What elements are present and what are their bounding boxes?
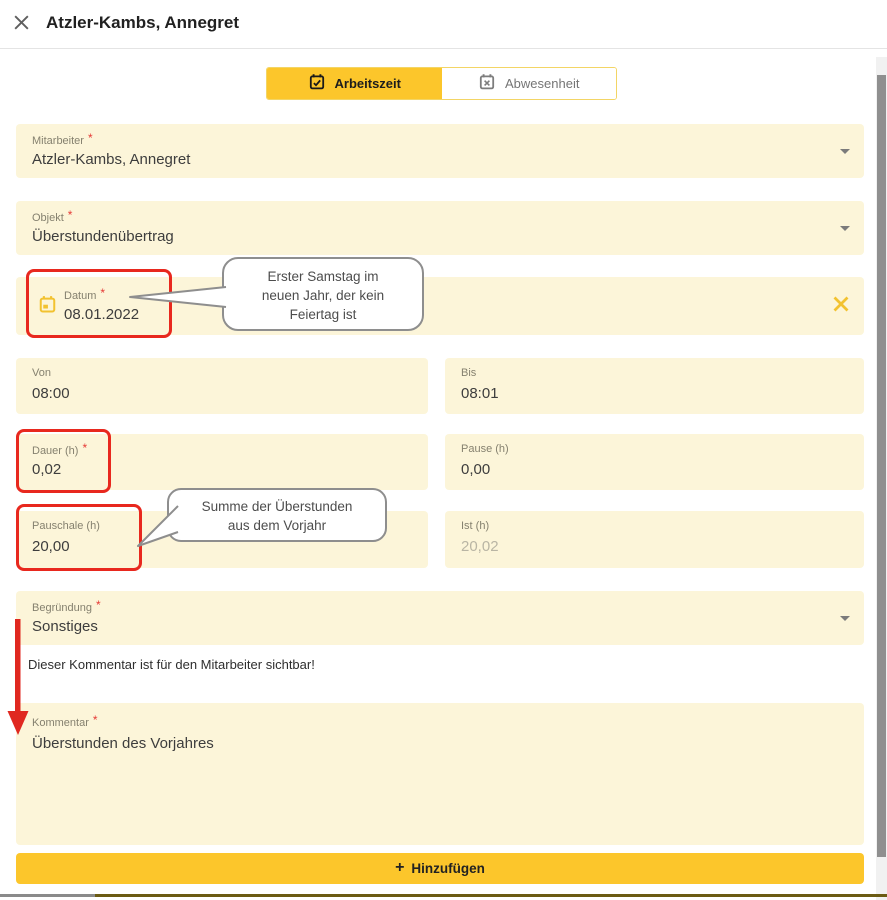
bis-field[interactable]: Bis 08:01: [445, 358, 864, 414]
field-label: Objekt*: [32, 210, 72, 224]
tab-label: Arbeitszeit: [335, 76, 401, 91]
field-value: Sonstiges: [32, 618, 98, 635]
scrollbar-thumb[interactable]: [877, 75, 886, 857]
von-field[interactable]: Von 08:00: [16, 358, 428, 414]
dialog-title: Atzler-Kambs, Annegret: [46, 13, 239, 33]
tab-abwesenheit[interactable]: Abwesenheit: [442, 68, 617, 99]
kommentar-textarea[interactable]: Kommentar* Überstunden des Vorjahres: [16, 703, 864, 845]
field-label: Pause (h): [461, 443, 509, 455]
scrollbar-track[interactable]: [876, 57, 887, 900]
dauer-field[interactable]: Dauer (h)* 0,02: [16, 434, 428, 490]
chevron-down-icon: [840, 149, 850, 154]
clear-row-icon[interactable]: [832, 295, 850, 316]
pauschale-note-bubble-tail: [130, 500, 186, 552]
field-value: Überstunden des Vorjahres: [32, 735, 214, 752]
required-mark: *: [88, 131, 93, 145]
tab-label: Abwesenheit: [505, 76, 579, 91]
bottom-bar-olive: [95, 894, 887, 897]
field-value: 0,02: [32, 461, 61, 478]
field-value: 08:01: [461, 385, 499, 402]
bottom-bar-gray: [0, 894, 95, 897]
calendar-check-icon: [308, 73, 326, 94]
close-icon[interactable]: [10, 13, 32, 35]
field-label: Begründung*: [32, 600, 101, 614]
field-label: Von: [32, 367, 51, 379]
field-value: 0,00: [461, 461, 490, 478]
tab-arbeitszeit[interactable]: Arbeitszeit: [267, 68, 442, 99]
mitarbeiter-select[interactable]: Mitarbeiter* Atzler-Kambs, Annegret: [16, 124, 864, 178]
field-label: Kommentar*: [32, 715, 98, 729]
datum-note-bubble-tail: [126, 283, 226, 311]
field-value: Atzler-Kambs, Annegret: [32, 151, 190, 168]
field-value: Überstundenübertrag: [32, 228, 174, 245]
add-button-label: Hinzufügen: [411, 861, 485, 876]
field-label: Dauer (h)*: [32, 443, 87, 457]
calendar-x-icon: [478, 73, 496, 94]
required-mark: *: [96, 598, 101, 612]
tab-group: Arbeitszeit Abwesenheit: [266, 67, 617, 100]
field-label: Bis: [461, 367, 476, 379]
field-value: 08:00: [32, 385, 70, 402]
red-down-arrow: [5, 619, 31, 737]
header-divider: [0, 48, 887, 49]
field-label: Pauschale (h): [32, 520, 100, 532]
field-value: 20,00: [32, 538, 70, 555]
field-value: 20,02: [461, 538, 499, 555]
required-mark: *: [100, 286, 105, 300]
ist-field: Ist (h) 20,02: [445, 511, 864, 568]
hinzufuegen-button[interactable]: + Hinzufügen: [16, 853, 864, 884]
field-label: Mitarbeiter*: [32, 133, 93, 147]
required-mark: *: [68, 208, 73, 222]
plus-icon: +: [395, 859, 404, 877]
objekt-select[interactable]: Objekt* Überstundenübertrag: [16, 201, 864, 255]
datum-note-bubble: Erster Samstag im neuen Jahr, der kein F…: [222, 257, 424, 331]
field-label: Datum*: [64, 288, 105, 302]
required-mark: *: [93, 713, 98, 727]
required-mark: *: [82, 441, 87, 455]
chevron-down-icon: [840, 226, 850, 231]
chevron-down-icon: [840, 616, 850, 621]
pause-field[interactable]: Pause (h) 0,00: [445, 434, 864, 490]
time-entry-dialog: Atzler-Kambs, Annegret Arbeitszeit: [0, 0, 887, 900]
pauschale-note-bubble: Summe der Überstunden aus dem Vorjahr: [167, 488, 387, 542]
begruendung-select[interactable]: Begründung* Sonstiges: [16, 591, 864, 645]
comment-visibility-hint: Dieser Kommentar ist für den Mitarbeiter…: [28, 657, 315, 672]
field-label: Ist (h): [461, 520, 489, 532]
calendar-icon[interactable]: [38, 295, 57, 319]
